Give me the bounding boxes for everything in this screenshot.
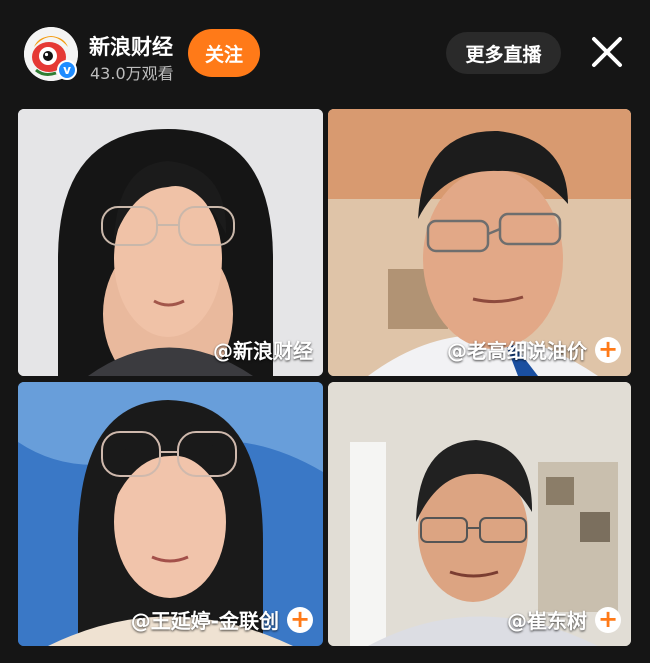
close-icon[interactable] — [588, 33, 626, 71]
participant-label[interactable]: @老高细说油价 + — [447, 335, 621, 364]
participant-name: @王延婷-金联创 — [130, 609, 279, 633]
follow-plus-icon[interactable]: + — [595, 606, 621, 633]
video-tile-1[interactable]: @新浪财经 — [18, 109, 323, 376]
viewer-count: 43.0万观看 — [90, 64, 174, 83]
video-tile-2[interactable]: @老高细说油价 + — [328, 109, 631, 376]
participant-name: @崔东树 — [507, 609, 587, 633]
host-name[interactable]: 新浪财经 — [89, 31, 173, 61]
follow-plus-icon[interactable]: + — [287, 606, 313, 633]
participant-label[interactable]: @王延婷-金联创 + — [131, 605, 313, 634]
top-bar: v 新浪财经 43.0万观看 关注 更多直播 — [0, 0, 650, 100]
more-live-button[interactable]: 更多直播 — [446, 32, 561, 74]
video-tile-3[interactable]: @王延婷-金联创 + — [18, 382, 323, 646]
participant-label[interactable]: @新浪财经 — [213, 335, 313, 364]
verified-badge-icon: v — [57, 60, 77, 80]
participant-label[interactable]: @崔东树 + — [507, 605, 621, 634]
follow-button[interactable]: 关注 — [188, 29, 260, 77]
video-tile-4[interactable]: @崔东树 + — [328, 382, 631, 646]
participant-name: @老高细说油价 — [447, 339, 587, 363]
participant-name: @新浪财经 — [213, 339, 313, 363]
follow-plus-icon[interactable]: + — [595, 336, 621, 363]
